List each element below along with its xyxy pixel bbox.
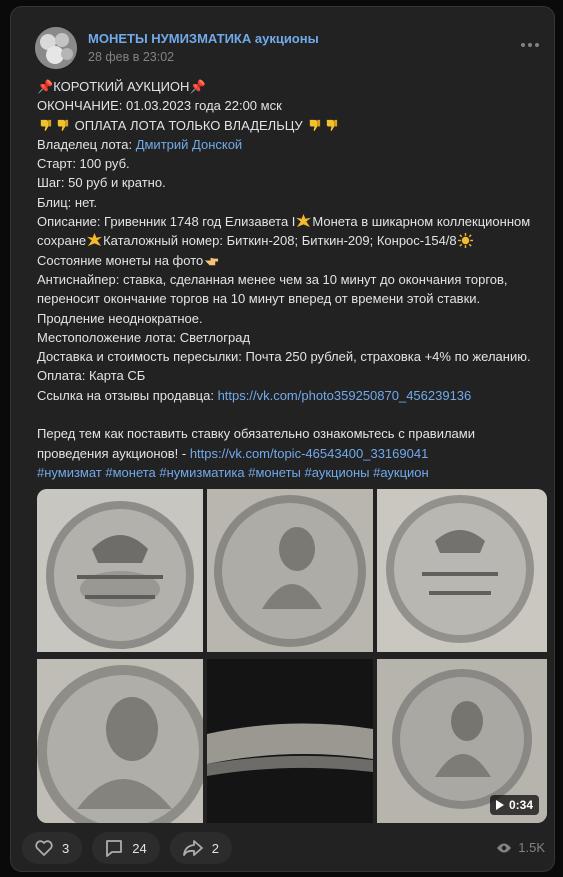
delivery: Доставка и стоимость пересылки: Почта 25… — [37, 349, 531, 365]
photo-coin-rim[interactable] — [207, 659, 373, 823]
description-c: сохране — [37, 233, 87, 249]
payment-notice: ОПЛАТА ЛОТА ТОЛЬКО ВЛАДЕЛЬЦУ — [74, 117, 303, 133]
thumbs-down-icon — [57, 119, 69, 131]
comment-count: 24 — [132, 840, 147, 856]
eye-icon — [497, 843, 512, 852]
community-name[interactable]: МОНЕТЫ НУМИЗМАТИКА аукционы — [88, 31, 319, 46]
reviews-link[interactable]: https://vk.com/photo359250870_456239136 — [218, 388, 472, 403]
pin-icon: 📌 — [189, 79, 206, 94]
antisniper-2: переносит окончание торгов на 10 минут в… — [37, 291, 481, 307]
video-thumbnail[interactable]: 0:34 — [377, 659, 547, 823]
post-heading: КОРОТКИЙ АУКЦИОН — [53, 79, 190, 94]
thumbs-down-icon — [310, 119, 321, 131]
photo-coin-obverse[interactable] — [207, 489, 373, 652]
hashtags[interactable]: #нумизмат #монета #нумизматика #монеты #… — [37, 463, 547, 482]
photo-grid: 0:34 — [37, 489, 547, 823]
photo-coin-reverse[interactable] — [37, 489, 203, 652]
owner-label: Владелец лота: — [37, 136, 136, 152]
rules-link[interactable]: https://vk.com/topic-46543400_33169041 — [190, 446, 429, 461]
rules-label: проведения аукционов! - — [37, 445, 190, 461]
text-line: Ссылка на отзывы продавца: https://vk.co… — [37, 386, 547, 405]
pin-icon: 📌 — [37, 79, 54, 94]
community-avatar[interactable] — [35, 27, 77, 69]
text-line: ОПЛАТА ЛОТА ТОЛЬКО ВЛАДЕЛЬЦУ — [37, 116, 547, 135]
star-icon — [87, 233, 103, 247]
star-icon — [296, 214, 312, 228]
thumbs-down-icon — [40, 119, 52, 131]
blitz: Блиц: нет. — [37, 194, 98, 210]
like-button[interactable]: 3 — [22, 832, 83, 864]
thumbs-down-icon — [327, 119, 338, 131]
post-actions: 3 24 2 — [22, 832, 232, 864]
more-icon[interactable] — [517, 37, 543, 53]
text-line: 📌КОРОТКИЙ АУКЦИОН📌 — [37, 77, 547, 96]
bid-step: Шаг: 50 руб и кратно. — [37, 175, 166, 191]
reviews-label: Ссылка на отзывы продавца: — [37, 387, 218, 403]
condition: Состояние монеты на фото — [37, 252, 204, 268]
heart-icon — [35, 840, 53, 856]
play-icon — [495, 800, 504, 810]
view-count: 1.5K — [518, 840, 545, 855]
text-line: проведения аукционов! - https://vk.com/t… — [37, 444, 547, 463]
location: Местоположение лота: Светлоград — [37, 329, 251, 345]
share-icon — [182, 840, 203, 856]
text-line: Состояние монеты на фото — [37, 251, 547, 270]
text-line: Описание: Гривенник 1748 год Елизавета I… — [37, 212, 547, 231]
pointing-hand-icon — [205, 257, 219, 265]
sun-icon — [457, 233, 473, 249]
comment-icon — [106, 840, 123, 857]
antisniper-1: Антиснайпер: ставка, сделанная менее чем… — [37, 271, 508, 287]
like-count: 3 — [62, 840, 70, 856]
post-date[interactable]: 28 фев в 23:02 — [88, 50, 174, 64]
views-counter: 1.5K — [496, 840, 545, 855]
photo-coin-reverse-2[interactable] — [377, 489, 547, 652]
text-line: Владелец лота: Дмитрий Донской — [37, 135, 547, 154]
video-duration-badge: 0:34 — [489, 795, 539, 815]
comment-button[interactable]: 24 — [92, 832, 160, 864]
extension: Продление неоднократное. — [37, 310, 203, 326]
start-price: Старт: 100 руб. — [37, 156, 130, 172]
post-text: 📌КОРОТКИЙ АУКЦИОН📌 ОКОНЧАНИЕ: 01.03.2023… — [37, 77, 547, 482]
auction-end: ОКОНЧАНИЕ: 01.03.2023 года 22:00 мск — [37, 98, 282, 114]
payment: Оплата: Карта СБ — [37, 368, 146, 384]
share-button[interactable]: 2 — [169, 832, 232, 864]
video-duration: 0:34 — [508, 798, 533, 812]
owner-link[interactable]: Дмитрий Донской — [136, 137, 243, 152]
text-line: сохране Каталожный номер: Биткин-208; Бит… — [37, 231, 547, 250]
catalog-number: Каталожный номер: Биткин-208; Биткин-209… — [103, 233, 457, 249]
description-b: Монета в шикарном коллекционном — [312, 214, 531, 230]
rules-text: Перед тем как поставить ставку обязатель… — [37, 426, 475, 442]
share-count: 2 — [211, 840, 219, 856]
photo-coin-edge-closeup[interactable] — [37, 659, 203, 823]
description-a: Описание: Гривенник 1748 год Елизавета I — [37, 214, 296, 230]
post-card: МОНЕТЫ НУМИЗМАТИКА аукционы 28 фев в 23:… — [10, 6, 555, 872]
